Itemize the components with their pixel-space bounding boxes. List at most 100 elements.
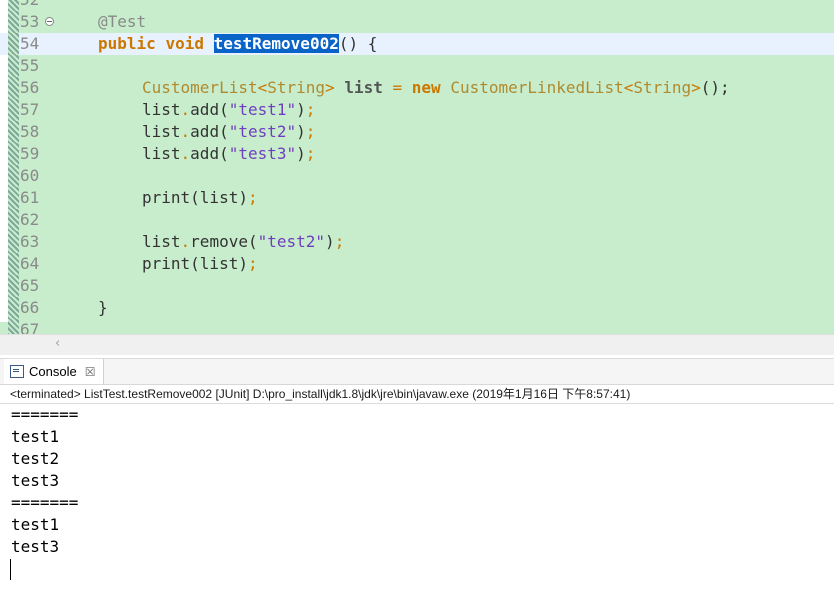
code-text: } xyxy=(98,298,108,317)
console-icon xyxy=(10,365,24,378)
code-line-66: 66 } xyxy=(0,297,834,319)
line-number: 65 xyxy=(20,276,40,295)
change-marker xyxy=(8,231,19,253)
change-marker xyxy=(8,0,19,11)
code-text: ) xyxy=(325,232,335,251)
code-text: remove( xyxy=(190,232,258,251)
scroll-left-icon[interactable]: ‹ xyxy=(55,336,60,351)
horizontal-scrollbar[interactable]: ‹ xyxy=(0,334,834,355)
operator: ; xyxy=(247,254,258,273)
change-marker xyxy=(8,33,19,55)
change-marker xyxy=(8,55,19,77)
code-line-57: 57 list.add("test1"); xyxy=(0,99,834,121)
type-name: CustomerList xyxy=(142,78,258,97)
line-number: 60 xyxy=(20,166,40,185)
console-line: test2 xyxy=(11,449,60,468)
keyword: void xyxy=(165,34,204,53)
code-line-62: 62 xyxy=(0,209,834,231)
code-line-61: 61 print(list); xyxy=(0,187,834,209)
variable: list xyxy=(344,78,383,97)
tab-console-label: Console xyxy=(29,364,77,379)
change-marker xyxy=(8,99,19,121)
code-line-64: 64 print(list); xyxy=(0,253,834,275)
console-output[interactable] xyxy=(0,403,834,605)
operator: > xyxy=(691,78,701,97)
line-number: 62 xyxy=(20,210,40,229)
code-line-65: 65 xyxy=(0,275,834,297)
code-text: ) xyxy=(296,100,306,119)
code-line-58: 58 list.add("test2"); xyxy=(0,121,834,143)
code-text: () { xyxy=(338,34,378,53)
change-marker xyxy=(8,143,19,165)
type-name: String xyxy=(633,78,692,97)
line-number: 53 xyxy=(20,12,40,31)
line-number: 56 xyxy=(20,78,40,97)
console-line: test3 xyxy=(11,537,60,556)
text-caret xyxy=(10,559,11,580)
operator: < xyxy=(623,78,634,97)
console-line: test1 xyxy=(11,515,60,534)
string-literal: "test2" xyxy=(228,122,297,141)
line-number: 64 xyxy=(20,254,40,273)
operator: ; xyxy=(247,188,258,207)
code-editor[interactable]: 52 53 @Test 54 public void testRemove002… xyxy=(0,0,834,334)
change-marker xyxy=(8,275,19,297)
console-line: ======= xyxy=(11,405,79,424)
operator: . xyxy=(180,122,191,141)
change-marker xyxy=(8,11,19,33)
change-marker xyxy=(8,253,19,275)
console-line: ======= xyxy=(11,493,79,512)
operator: < xyxy=(257,78,268,97)
operator: ; xyxy=(305,100,316,119)
console-line: test3 xyxy=(11,471,60,490)
code-text: ) xyxy=(296,122,306,141)
code-line-54-current: 54 public void testRemove002() { xyxy=(0,33,834,55)
code-line-53: 53 @Test xyxy=(0,11,834,33)
line-number: 54 xyxy=(20,34,40,53)
code-text: list xyxy=(142,232,181,251)
operator: . xyxy=(180,232,191,251)
code-text: (); xyxy=(700,78,730,97)
type-name: String xyxy=(267,78,326,97)
operator: ; xyxy=(334,232,345,251)
change-marker xyxy=(8,165,19,187)
console-view-header: Console ☒ xyxy=(0,358,834,385)
code-line-56: 56 CustomerList<String> list = new Custo… xyxy=(0,77,834,99)
string-literal: "test1" xyxy=(228,100,297,119)
code-text: ) xyxy=(296,144,306,163)
line-number: 52 xyxy=(20,0,44,11)
selected-method-name[interactable]: testRemove002 xyxy=(213,34,339,53)
operator: ; xyxy=(305,122,316,141)
fold-collapse-icon[interactable] xyxy=(45,17,54,26)
console-line: test1 xyxy=(11,427,60,446)
change-marker xyxy=(8,209,19,231)
tab-console[interactable]: Console ☒ xyxy=(4,359,105,384)
code-text: list xyxy=(142,100,181,119)
code-text: list xyxy=(142,122,181,141)
operator: . xyxy=(180,144,191,163)
code-text: list xyxy=(142,144,181,163)
operator: ; xyxy=(305,144,316,163)
code-line-60: 60 xyxy=(0,165,834,187)
type-name: CustomerLinkedList xyxy=(450,78,624,97)
line-number: 67 xyxy=(20,320,40,334)
code-line-52: 52 xyxy=(0,0,834,11)
line-number: 59 xyxy=(20,144,40,163)
keyword: public xyxy=(98,34,156,53)
change-marker xyxy=(8,187,19,209)
keyword: new xyxy=(411,78,441,97)
operator: > xyxy=(325,78,335,97)
line-number: 58 xyxy=(20,122,40,141)
code-line-67: 67 xyxy=(0,319,834,334)
string-literal: "test3" xyxy=(228,144,297,163)
code-text: print(list) xyxy=(142,254,248,273)
code-text: add( xyxy=(190,144,229,163)
code-line-59: 59 list.add("test3"); xyxy=(0,143,834,165)
change-marker xyxy=(8,297,19,319)
line-number: 57 xyxy=(20,100,40,119)
close-icon[interactable]: ☒ xyxy=(85,365,96,379)
operator: . xyxy=(180,100,191,119)
line-number: 55 xyxy=(20,56,40,75)
console-status: <terminated> ListTest.testRemove002 [JUn… xyxy=(10,387,631,401)
code-line-63: 63 list.remove("test2"); xyxy=(0,231,834,253)
